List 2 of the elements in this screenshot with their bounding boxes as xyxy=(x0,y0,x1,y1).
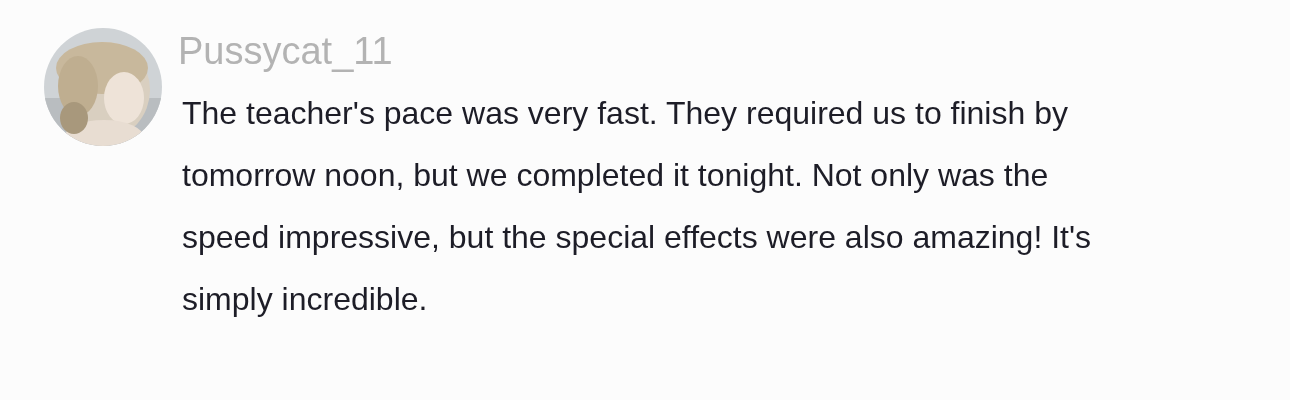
comment-text: The teacher's pace was very fast. They required us to finish by tomorrow noon, but we completed it tonight. Not only was the speed impressive, but the special effects were also amazing! It's simply incredible. xyxy=(182,94,1093,319)
username[interactable]: Pussycat_11 xyxy=(178,28,393,74)
